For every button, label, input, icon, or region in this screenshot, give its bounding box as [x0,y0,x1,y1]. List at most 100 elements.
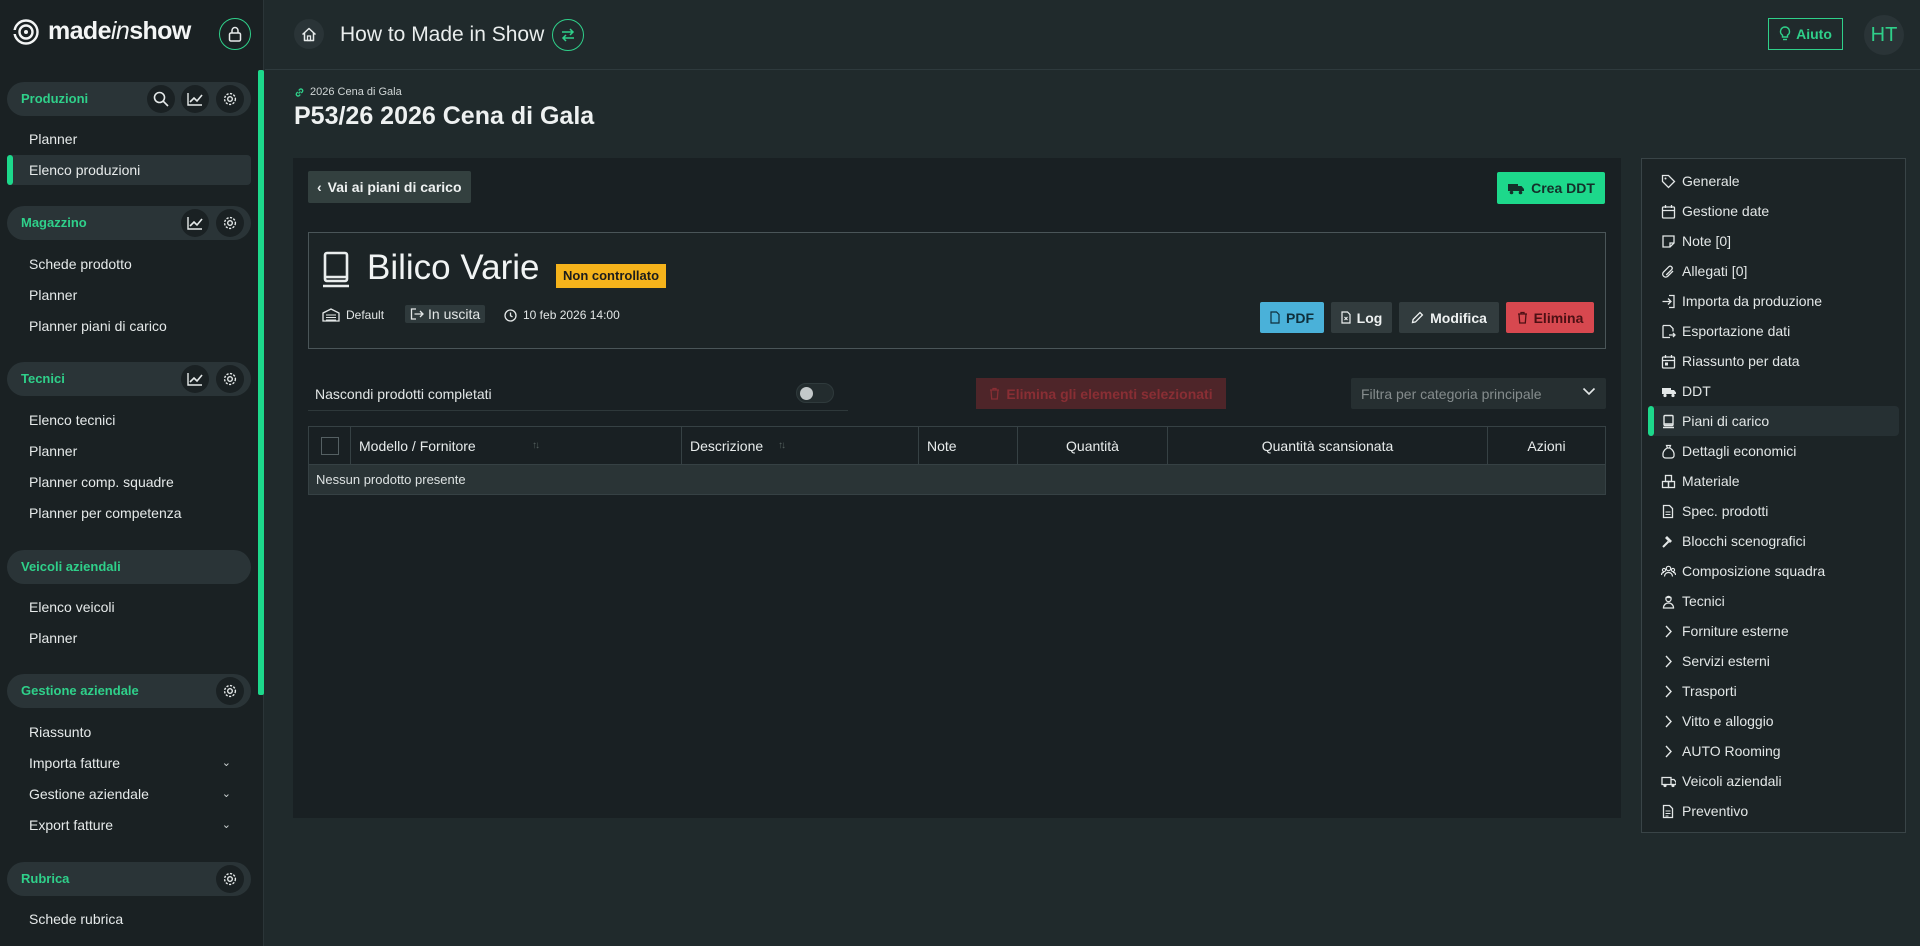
sidebar-item-riassunto[interactable]: Riassunto [7,717,251,747]
sidebar-item-planner[interactable]: Planner [7,623,251,653]
sidebar-item-planner[interactable]: Planner [7,436,251,466]
nav-item[interactable]: Esportazione dati [1648,316,1899,346]
avatar[interactable]: HT [1864,15,1904,55]
sidebar-item-elenco-produzioni[interactable]: Elenco produzioni [7,155,251,185]
gear-icon[interactable] [216,677,244,705]
logo[interactable]: madeinshow [12,17,191,46]
bookmark-icon [1660,414,1676,429]
chevron-down-icon: ⌄ [221,819,231,831]
switch-workspace-button[interactable] [552,19,584,51]
column-header-model[interactable]: Modello / Fornitore ↑↓ [350,426,682,465]
category-filter-select[interactable]: Filtra per categoria principale [1351,378,1606,409]
section-produzioni[interactable]: Produzioni [7,82,251,116]
sidebar-item-label: Gestione aziendale [29,786,149,802]
nav-item[interactable]: Vitto e alloggio [1648,706,1899,736]
sidebar-item-planner-per-competenza[interactable]: Planner per competenza [7,498,251,528]
sidebar-item-schede-rubrica[interactable]: Schede rubrica [7,904,251,934]
section-veicoli-aziendali[interactable]: Veicoli aziendali [7,550,251,584]
nav-item-label: Trasporti [1682,683,1737,699]
section-tecnici[interactable]: Tecnici [7,362,251,396]
sidebar-scrollbar[interactable] [258,70,264,695]
nav-item[interactable]: Note [0] [1648,226,1899,256]
nav-item[interactable]: Servizi esterni [1648,646,1899,676]
chart-icon[interactable] [181,209,209,237]
nav-item-label: Allegati [0] [1682,263,1748,279]
log-button[interactable]: Log [1331,302,1392,333]
nav-item[interactable]: Trasporti [1648,676,1899,706]
hide-completed-row: Nascondi prodotti completati [308,378,848,411]
sort-icon[interactable]: ↑↓ [778,440,786,451]
section-magazzino[interactable]: Magazzino [7,206,251,240]
production-section-nav: Generale Gestione date Note [0] Allegati [0… [1641,158,1906,833]
logo-row: madeinshow [0,0,264,68]
back-to-loading-plans-button[interactable]: ‹ Vai ai piani di carico [308,171,471,203]
nav-item[interactable]: Tecnici [1648,586,1899,616]
select-all-checkbox[interactable] [320,436,339,455]
nav-item-label: Vitto e alloggio [1682,713,1774,729]
column-header-label: Note [927,437,957,454]
sidebar-item-export-fatture[interactable]: Export fatture ⌄ [7,810,251,840]
nav-item[interactable]: Generale [1648,166,1899,196]
trash-icon [1517,311,1527,324]
van-icon [1660,774,1676,789]
sidebar-item-planner-piani-di-carico[interactable]: Planner piani di carico [7,311,251,341]
sidebar-item-planner[interactable]: Planner [7,124,251,154]
nav-item[interactable]: Veicoli aziendali [1648,766,1899,796]
pdf-button[interactable]: PDF [1260,302,1324,333]
sidebar-item-elenco-veicoli[interactable]: Elenco veicoli [7,592,251,622]
nav-item[interactable]: Allegati [0] [1648,256,1899,286]
import-icon [1660,294,1676,309]
nav-item[interactable]: Preventivo [1648,796,1899,826]
sidebar-item-gestione-aziendale[interactable]: Gestione aziendale ⌄ [7,779,251,809]
nav-item[interactable]: Forniture esterne [1648,616,1899,646]
nav-item[interactable]: Dettagli economici [1648,436,1899,466]
lock-button[interactable] [219,18,251,50]
nav-item[interactable]: AUTO Rooming [1648,736,1899,766]
location-label: Default [346,308,385,322]
search-icon[interactable] [147,85,175,113]
gear-icon[interactable] [216,85,244,113]
column-header-label: Modello / Fornitore [359,437,476,454]
worker-icon [1660,594,1676,609]
gear-icon[interactable] [216,365,244,393]
column-header-actions: Azioni [1487,426,1606,465]
chevron-down-icon: ⌄ [221,757,231,769]
sidebar-item-schede-prodotto[interactable]: Schede prodotto [7,249,251,279]
create-ddt-button[interactable]: Crea DDT [1497,172,1605,204]
note-icon [1660,234,1676,249]
chevron-right-icon [1660,714,1676,729]
gear-icon[interactable] [216,209,244,237]
sidebar-item-elenco-tecnici[interactable]: Elenco tecnici [7,405,251,435]
chart-icon[interactable] [181,85,209,113]
help-button[interactable]: Aiuto [1768,18,1843,50]
help-label: Aiuto [1796,26,1832,42]
gear-icon[interactable] [216,865,244,893]
delete-selected-button[interactable]: Elimina gli elementi selezionati [976,378,1226,409]
nav-item[interactable]: Piani di carico [1648,406,1899,436]
nav-item[interactable]: Riassunto per data [1648,346,1899,376]
sidebar-item-planner[interactable]: Planner [7,280,251,310]
status-badge: Non controllato [556,264,667,288]
column-header-description[interactable]: Descrizione ↑↓ [681,426,919,465]
sidebar-item-importa-fatture[interactable]: Importa fatture ⌄ [7,748,251,778]
chart-icon[interactable] [181,365,209,393]
nav-item[interactable]: DDT [1648,376,1899,406]
nav-item[interactable]: Materiale [1648,466,1899,496]
section-gestione-aziendale[interactable]: Gestione aziendale [7,674,251,708]
section-rubrica[interactable]: Rubrica [7,862,251,896]
nav-item[interactable]: Spec. prodotti [1648,496,1899,526]
log-label: Log [1356,309,1383,326]
nav-item[interactable]: Composizione squadra [1648,556,1899,586]
nav-item[interactable]: Importa da produzione [1648,286,1899,316]
sidebar-item-label: Importa fatture [29,755,121,771]
home-button[interactable] [294,19,324,49]
sort-icon[interactable]: ↑↓ [532,440,540,451]
breadcrumb[interactable]: 2026 Cena di Gala [294,86,402,98]
nav-item[interactable]: Gestione date [1648,196,1899,226]
home-icon [301,27,317,41]
nav-item[interactable]: Blocchi scenografici [1648,526,1899,556]
sidebar-item-planner-comp-squadre[interactable]: Planner comp. squadre [7,467,251,497]
delete-button[interactable]: Elimina [1506,302,1594,333]
hide-completed-toggle[interactable] [796,383,834,403]
edit-button[interactable]: Modifica [1399,302,1499,333]
